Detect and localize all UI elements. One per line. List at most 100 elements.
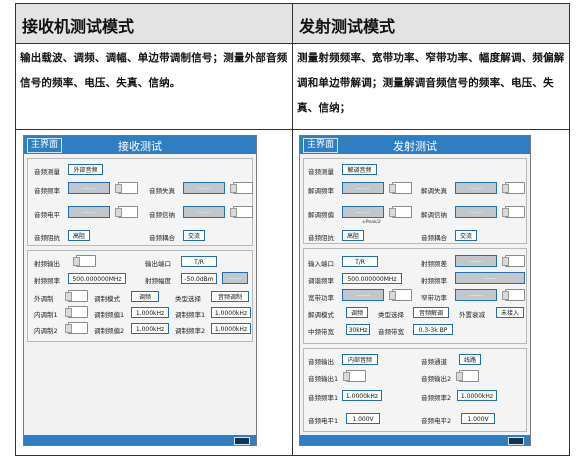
audio-out1-label: 音频输出1 xyxy=(308,375,339,383)
mod-rate2-input[interactable]: 1.0000kHz xyxy=(211,323,251,334)
audio-source-button[interactable]: 解调音频 xyxy=(342,164,377,175)
rf-out-label: 射频输出 xyxy=(34,260,60,268)
type-select-button[interactable]: 音频解调 xyxy=(413,307,449,318)
audio-group: 音频测量 外部音频 音频频率 ------ 音频失真 ------ 音频电平 -… xyxy=(27,158,253,246)
audio-sinad-value: ------ xyxy=(183,206,225,218)
rf-amp-label: 射频幅度 xyxy=(145,277,171,285)
audio-freq-toggle[interactable] xyxy=(115,182,138,194)
demod-freq-label: 解调频率 xyxy=(308,187,334,195)
ext-atten-label: 外置衰减 xyxy=(459,311,485,319)
ext-mod-label: 外调制 xyxy=(34,295,54,303)
wide-power-toggle[interactable] xyxy=(389,289,412,301)
mod-freq2-input[interactable]: 1.000kHz xyxy=(131,323,169,334)
audio-imp-label: 音频阻抗 xyxy=(308,234,334,242)
wide-power-value: ------ xyxy=(342,289,384,301)
ext-atten-button[interactable]: 未接入 xyxy=(496,307,524,318)
out-port-button[interactable]: T/R xyxy=(181,256,217,267)
narrow-power-value: ------ xyxy=(455,289,497,301)
title-bar: 主界面 发射测试 xyxy=(300,136,530,154)
rf-freq-value: ------ xyxy=(455,272,525,284)
rf-group: 射频输出 输出端口 T/R 射频频率 500.000000MHz 射频幅度 -5… xyxy=(27,250,253,342)
bottom-bar xyxy=(24,435,256,445)
demod-dev-value: ------ xyxy=(342,206,384,218)
rf-freq-label: 射频频率 xyxy=(34,277,60,285)
int-mod1-toggle[interactable] xyxy=(65,306,88,318)
audio-freq1-input[interactable]: 1.0000kHz xyxy=(342,390,382,401)
audio-imp-button[interactable]: 高阻 xyxy=(342,230,364,241)
rf-out-toggle[interactable] xyxy=(73,255,96,267)
title-bar: 主界面 接收测试 xyxy=(24,136,256,154)
out-port-label: 输出端口 xyxy=(145,260,171,268)
demod-dist-toggle[interactable] xyxy=(502,182,525,194)
audio-coupling-button[interactable]: 交流 xyxy=(183,230,205,241)
type-select-label: 类型选择 xyxy=(175,295,201,303)
type-select-button[interactable]: 音频调制 xyxy=(211,291,249,302)
demod-mode-button[interactable]: 调频 xyxy=(346,307,368,318)
audio-out2-label: 音频输出2 xyxy=(421,375,452,383)
keyboard-icon[interactable] xyxy=(234,437,250,445)
audio-coupling-label: 音频耦合 xyxy=(149,234,175,242)
in-port-button[interactable]: T/R xyxy=(342,256,378,267)
type-select-label: 类型选择 xyxy=(378,311,404,319)
demod-dist-value: ------ xyxy=(455,182,497,194)
audio-freq-label: 音频频率 xyxy=(34,187,60,195)
audio-level2-input[interactable]: 1.000V xyxy=(461,413,495,424)
audio-coupling-button[interactable]: 交流 xyxy=(455,230,477,241)
rf-input-group: 输入端口 T/R 射频频差 ------ 调谐频率 500.000000MHz … xyxy=(303,248,527,344)
int-mod1-label: 内调制1 xyxy=(34,311,58,319)
rf-freq-label: 射频频率 xyxy=(421,277,447,285)
audio-out2-toggle[interactable] xyxy=(456,370,479,382)
rf-error-label: 射频频差 xyxy=(421,260,447,268)
narrow-power-toggle[interactable] xyxy=(502,289,525,301)
audio-level1-input[interactable]: 1.000V xyxy=(346,413,380,424)
audio-chan-button[interactable]: 线路 xyxy=(459,354,481,365)
audio-measure-label: 音频测量 xyxy=(308,168,334,176)
audio-freq2-label: 音频频率2 xyxy=(421,394,452,402)
mod-rate2-label: 调制频率2 xyxy=(175,327,206,335)
peak-note: ±Peak/2 xyxy=(362,220,381,225)
audio-source-button[interactable]: 外部音频 xyxy=(68,164,103,175)
if-bw-label: 中频带宽 xyxy=(308,328,334,336)
audio-level2-label: 音频电平2 xyxy=(421,417,452,425)
screen-title: 发射测试 xyxy=(393,140,437,153)
audio-sinad-toggle[interactable] xyxy=(230,206,253,218)
audio-dist-toggle[interactable] xyxy=(230,182,253,194)
audio-dist-label: 音频失真 xyxy=(149,187,175,195)
audio-bw-label: 音频带宽 xyxy=(378,328,404,336)
audio-freq2-input[interactable]: 1.0000kHz xyxy=(457,390,497,401)
mod-mode-button[interactable]: 调频 xyxy=(131,291,159,302)
rf-amp-input[interactable]: -50.0dBm xyxy=(181,273,217,284)
header-receive-mode: 接收机测试模式 xyxy=(16,4,293,44)
ext-mod-toggle[interactable] xyxy=(65,290,88,302)
tune-freq-input[interactable]: 500.000000MHz xyxy=(342,273,402,284)
demod-dev-label: 解调频偏 xyxy=(308,211,334,219)
demod-dev-toggle[interactable] xyxy=(389,206,412,218)
audio-level1-label: 音频电平1 xyxy=(308,417,339,425)
wide-power-label: 宽带功率 xyxy=(308,294,334,302)
audio-level-toggle[interactable] xyxy=(115,206,138,218)
audio-dist-value: ------ xyxy=(183,182,225,194)
audio-out1-toggle[interactable] xyxy=(343,370,366,382)
int-mod2-toggle[interactable] xyxy=(65,322,88,334)
mod-freq1-label: 调制频偏1 xyxy=(94,311,125,319)
rf-error-toggle[interactable] xyxy=(502,255,525,267)
if-bw-button[interactable]: 30kHz xyxy=(346,324,370,335)
audio-out-button[interactable]: 内部音频 xyxy=(342,354,378,365)
keyboard-icon[interactable] xyxy=(508,437,524,445)
demod-freq-toggle[interactable] xyxy=(389,182,412,194)
mod-rate1-label: 调制频率1 xyxy=(175,311,206,319)
demod-audio-group: 音频测量 解调音频 解调频率 ------ 解调失真 ------ 解调频偏 -… xyxy=(303,158,527,244)
rf-amp-readout: ------ xyxy=(222,272,248,284)
audio-imp-button[interactable]: 高阻 xyxy=(68,230,90,241)
audio-level-label: 音频电平 xyxy=(34,211,60,219)
rf-freq-input[interactable]: 500.000000MHz xyxy=(68,273,126,284)
audio-imp-label: 音频阻抗 xyxy=(34,234,60,242)
demod-dist-label: 解调失真 xyxy=(421,187,447,195)
audio-bw-button[interactable]: 0.3-3k BP xyxy=(413,324,453,335)
audio-output-group: 音频输出 内部音频 音频通道 线路 音频输出1 音频输出2 音频频率1 1.00… xyxy=(303,348,527,432)
audio-freq-value: ------ xyxy=(68,182,110,194)
demod-sinad-value: ------ xyxy=(455,206,497,218)
demod-sinad-toggle[interactable] xyxy=(502,206,525,218)
mod-rate1-input[interactable]: 1.0000kHz xyxy=(211,307,251,318)
mod-freq1-input[interactable]: 1.000kHz xyxy=(131,307,169,318)
